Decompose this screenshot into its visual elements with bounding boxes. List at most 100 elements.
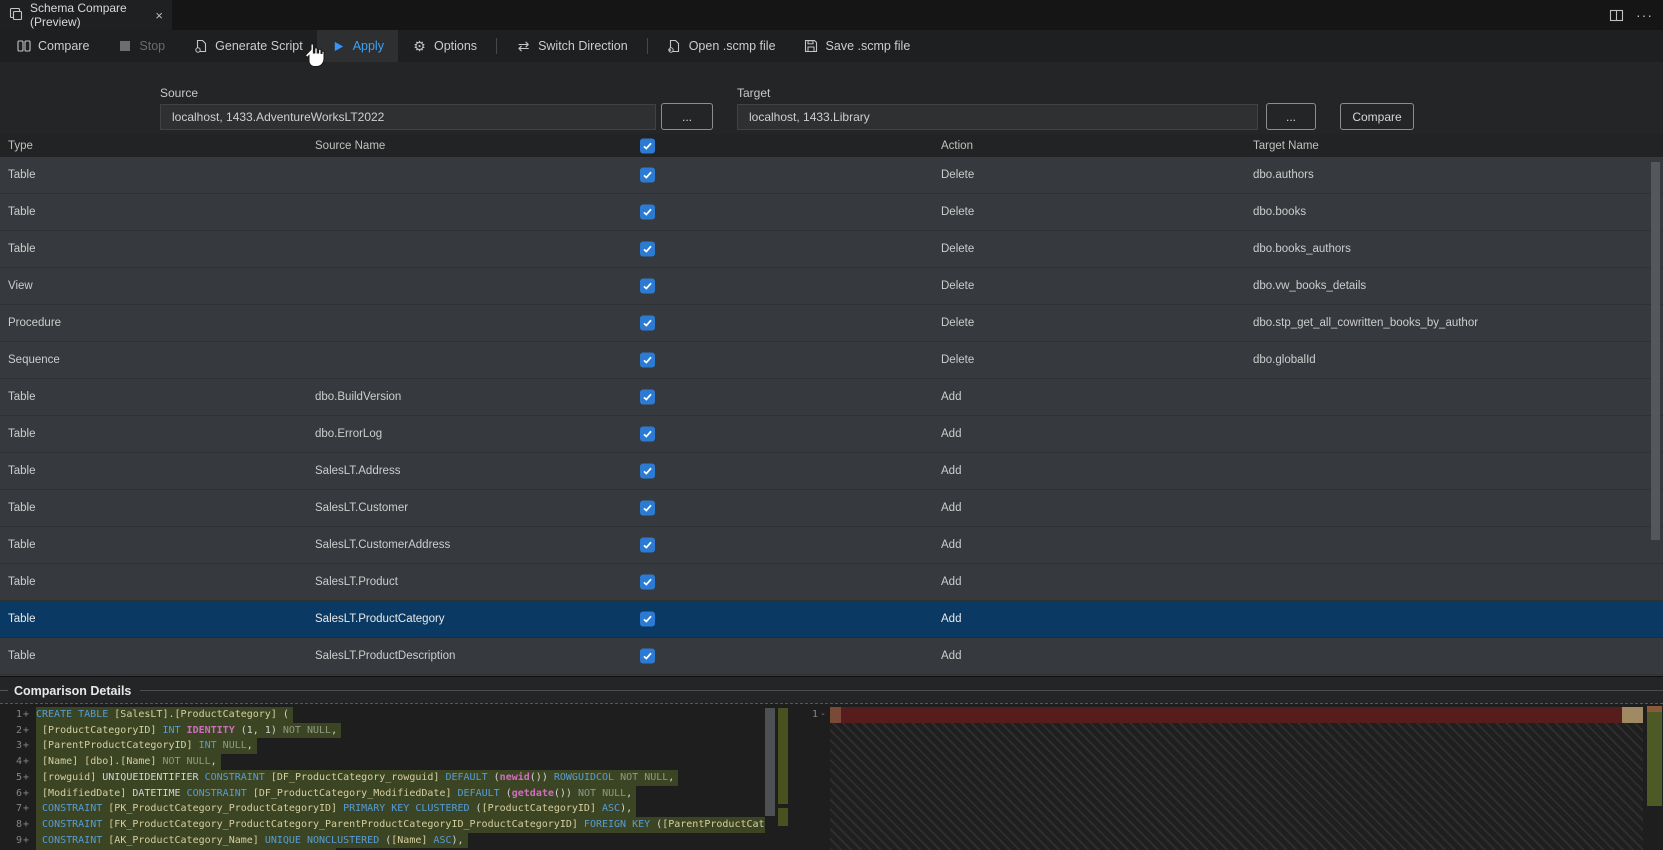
- toolbar-apply-button[interactable]: Apply: [316, 30, 398, 62]
- split-editor-icon[interactable]: [1609, 8, 1624, 23]
- diff-left-scrollbar[interactable]: [765, 708, 775, 816]
- row-checkbox[interactable]: [640, 389, 655, 405]
- row-include-cell: [640, 241, 655, 257]
- diff-line-number: 3: [15, 740, 22, 752]
- row-include-cell: [640, 574, 655, 590]
- script-icon: [193, 39, 208, 54]
- column-header-target-name[interactable]: Target Name: [1253, 140, 1319, 152]
- row-action: Add: [941, 650, 962, 662]
- table-row[interactable]: Table SalesLT.Product Add: [0, 564, 1663, 601]
- row-action: Delete: [941, 317, 975, 329]
- row-source-name: SalesLT.Product: [315, 576, 398, 588]
- diff-source-line: 8 + CONSTRAINT [FK_ProductCategory_Produc…: [0, 816, 765, 833]
- row-target-name: dbo.globalId: [1253, 354, 1316, 366]
- row-checkbox[interactable]: [640, 537, 655, 553]
- table-row[interactable]: Table dbo.BuildVersion Add: [0, 379, 1663, 416]
- row-type: Table: [8, 650, 36, 662]
- compare-run-button[interactable]: Compare: [1340, 103, 1414, 130]
- target-label: Target: [737, 86, 771, 100]
- table-row[interactable]: Table SalesLT.Address Add: [0, 453, 1663, 490]
- row-target-name: dbo.authors: [1253, 169, 1314, 181]
- target-input[interactable]: [737, 104, 1258, 130]
- row-checkbox[interactable]: [640, 204, 655, 220]
- table-row[interactable]: Table SalesLT.ProductCategory Add: [0, 601, 1663, 638]
- close-icon[interactable]: ×: [155, 9, 163, 22]
- row-checkbox[interactable]: [640, 574, 655, 590]
- row-action: Add: [941, 428, 962, 440]
- table-row[interactable]: Table SalesLT.ProductDescription Add: [0, 638, 1663, 675]
- header-checkbox[interactable]: [640, 138, 655, 153]
- editor-tab-bar: Schema Compare (Preview) × ···: [0, 0, 1663, 30]
- row-checkbox[interactable]: [640, 352, 655, 368]
- row-checkbox[interactable]: [640, 426, 655, 442]
- column-header-action[interactable]: Action: [941, 140, 973, 152]
- row-include-cell: [640, 463, 655, 479]
- source-input[interactable]: [160, 104, 656, 130]
- schema-compare-toolbar: Compare Stop Generate Script Apply ⚙ Options ⇄…: [0, 30, 1663, 62]
- row-checkbox[interactable]: [640, 611, 655, 627]
- toolbar-generate-script-button[interactable]: Generate Script: [179, 30, 317, 62]
- table-row[interactable]: Table Delete dbo.books_authors: [0, 231, 1663, 268]
- row-include-cell: [640, 389, 655, 405]
- table-row[interactable]: Table Delete dbo.authors: [0, 157, 1663, 194]
- toolbar-stop-button[interactable]: Stop: [103, 30, 179, 62]
- gear-icon: ⚙: [413, 38, 426, 54]
- row-checkbox[interactable]: [640, 315, 655, 331]
- row-action: Add: [941, 576, 962, 588]
- row-type: Table: [8, 243, 36, 255]
- row-source-name: SalesLT.ProductCategory: [315, 613, 445, 625]
- toolbar-item-label: Stop: [139, 39, 166, 53]
- row-include-cell: [640, 204, 655, 220]
- row-target-name: dbo.books: [1253, 206, 1307, 218]
- tab-schema-compare[interactable]: Schema Compare (Preview) ×: [0, 0, 172, 30]
- column-header-source-name[interactable]: Source Name: [315, 140, 385, 152]
- table-row[interactable]: Table SalesLT.Customer Add: [0, 490, 1663, 527]
- removed-line-cap: [830, 707, 841, 723]
- row-type: Table: [8, 502, 36, 514]
- sql-code-line: [Name] [dbo].[Name] NOT NULL,: [36, 754, 221, 770]
- diff-source-pane[interactable]: 1 + CREATE TABLE [SalesLT].[ProductCategor…: [0, 704, 765, 850]
- row-source-name: SalesLT.Customer: [315, 502, 409, 514]
- toolbar-open-scmp-button[interactable]: Open .scmp file: [653, 30, 790, 62]
- table-row[interactable]: Sequence Delete dbo.globalId: [0, 342, 1663, 379]
- row-checkbox[interactable]: [640, 648, 655, 664]
- diff-target-pane[interactable]: 1 -: [791, 704, 1663, 850]
- diff-line-sign: +: [23, 787, 30, 799]
- row-action: Delete: [941, 243, 975, 255]
- row-action: Add: [941, 613, 962, 625]
- sql-code-line: CREATE TABLE [SalesLT].[ProductCategory]…: [36, 707, 293, 723]
- diff-right-line-number: 1: [811, 709, 818, 720]
- results-grid-header: Type Source Name Action Target Name: [0, 134, 1663, 158]
- diff-line-number: 4: [15, 756, 22, 768]
- row-include-cell: [640, 537, 655, 553]
- column-header-type[interactable]: Type: [8, 140, 33, 152]
- row-checkbox[interactable]: [640, 278, 655, 294]
- table-row[interactable]: Table Delete dbo.books: [0, 194, 1663, 231]
- diff-source-line: 1 + CREATE TABLE [SalesLT].[ProductCategor…: [0, 707, 765, 723]
- table-row[interactable]: Procedure Delete dbo.stp_get_all_cowritten…: [0, 305, 1663, 342]
- details-rule-right: [140, 690, 1663, 691]
- source-browse-button[interactable]: ...: [661, 103, 713, 130]
- diff-source-line: 5 + [rowguid] UNIQUEIDENTIFIER CONSTRAINT…: [0, 769, 765, 786]
- toolbar-switch-direction-button[interactable]: ⇄ Switch Direction: [502, 30, 642, 62]
- row-checkbox[interactable]: [640, 463, 655, 479]
- grid-vertical-scrollbar[interactable]: [1651, 162, 1660, 540]
- row-checkbox[interactable]: [640, 500, 655, 516]
- table-row[interactable]: Table dbo.ErrorLog Add: [0, 416, 1663, 453]
- row-checkbox[interactable]: [640, 241, 655, 257]
- select-all-checkbox[interactable]: [640, 138, 655, 153]
- table-row[interactable]: View Delete dbo.vw_books_details: [0, 268, 1663, 305]
- table-row[interactable]: Table SalesLT.CustomerAddress Add: [0, 527, 1663, 564]
- toolbar-options-button[interactable]: ⚙ Options: [398, 30, 491, 62]
- target-browse-button[interactable]: ...: [1266, 103, 1316, 130]
- diff-line-number: 2: [15, 724, 22, 736]
- toolbar-compare-button[interactable]: Compare: [2, 30, 103, 62]
- more-actions-icon[interactable]: ···: [1636, 7, 1653, 23]
- diff-line-number: 1: [15, 709, 22, 720]
- row-type: Table: [8, 169, 36, 181]
- row-checkbox[interactable]: [640, 167, 655, 183]
- toolbar-save-scmp-button[interactable]: Save .scmp file: [790, 30, 925, 62]
- diff-line-number: 6: [15, 787, 22, 799]
- details-rule-left: [0, 690, 8, 691]
- stop-icon: [117, 39, 132, 54]
